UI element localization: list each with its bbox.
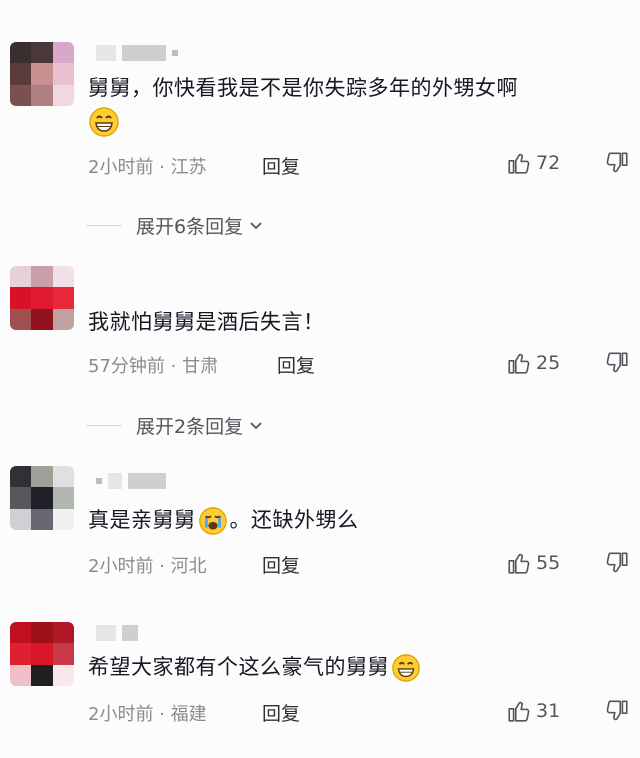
expand-replies[interactable]: 展开6条回复	[86, 212, 265, 239]
thumbs-up-icon	[508, 701, 530, 722]
comment-item: 我就怕舅舅是酒后失言！ 57分钟前 · 甘肃 回复 25 展开2条回复	[0, 250, 640, 450]
reply-button[interactable]: 回复	[262, 699, 300, 726]
meta-separator: ·	[164, 356, 183, 377]
like-button[interactable]: 25	[506, 350, 560, 376]
like-button[interactable]: 72	[506, 150, 560, 176]
comment-time: 57分钟前	[88, 356, 165, 377]
comment-location: 福建	[170, 704, 207, 725]
reply-button[interactable]: 回复	[262, 152, 300, 179]
comment-text-part: 真是亲舅舅	[88, 508, 196, 532]
grin-emoji	[88, 106, 120, 142]
like-count: 55	[536, 552, 561, 574]
avatar[interactable]	[10, 266, 74, 330]
expand-replies-label: 展开6条回复	[136, 216, 244, 238]
like-button[interactable]: 55	[506, 550, 560, 576]
avatar[interactable]	[10, 42, 74, 106]
username-redacted[interactable]	[96, 472, 166, 490]
like-count: 72	[536, 152, 561, 174]
meta-separator: ·	[153, 556, 171, 577]
comment-text-part: 希望大家都有个这么豪气的舅舅	[88, 655, 389, 679]
comment-text: 我就怕舅舅是酒后失言！	[88, 310, 325, 334]
divider	[86, 225, 122, 226]
comment-meta: 2小时前 · 江苏	[88, 153, 207, 179]
crying-emoji	[198, 507, 227, 535]
comment-time: 2小时前	[88, 556, 154, 577]
comment-location: 江苏	[170, 157, 207, 178]
dislike-button[interactable]	[604, 150, 630, 180]
expand-replies-label: 展开2条回复	[136, 416, 244, 438]
comment-text: 舅舅，你快看我是不是你失踪多年的外甥女啊	[88, 76, 518, 100]
comment-time: 2小时前	[88, 704, 154, 725]
comment-meta: 57分钟前 · 甘肃	[88, 352, 218, 378]
reply-button[interactable]: 回复	[277, 351, 315, 378]
meta-separator: ·	[153, 157, 171, 178]
thumbs-down-icon	[606, 352, 628, 373]
chevron-down-icon	[250, 221, 262, 229]
comment-meta: 2小时前 · 河北	[88, 552, 207, 578]
comment-text: 真是亲舅舅 。还缺外甥么	[88, 505, 359, 536]
comment-location: 河北	[170, 556, 207, 577]
chevron-down-icon	[250, 421, 262, 429]
thumbs-down-icon	[606, 700, 628, 721]
comment-item: 希望大家都有个这么豪气的舅舅 2小时前 · 福建 回复 31	[0, 600, 640, 758]
dislike-button[interactable]	[604, 350, 630, 380]
thumbs-up-icon	[508, 553, 530, 574]
comment-location: 甘肃	[182, 356, 219, 377]
thumbs-up-icon	[508, 153, 530, 174]
comment-item: 舅舅，你快看我是不是你失踪多年的外甥女啊 2小时前 · 江苏 回复 72 展开6…	[0, 0, 640, 250]
thumbs-up-icon	[508, 353, 530, 374]
dislike-button[interactable]	[604, 698, 630, 728]
thumbs-down-icon	[606, 152, 628, 173]
username-redacted[interactable]	[96, 44, 178, 62]
comment-text: 希望大家都有个这么豪气的舅舅	[88, 652, 421, 683]
like-count: 31	[536, 700, 561, 722]
grin-emoji	[392, 654, 420, 682]
thumbs-down-icon	[606, 552, 628, 573]
divider	[86, 425, 122, 426]
meta-separator: ·	[153, 704, 171, 725]
expand-replies[interactable]: 展开2条回复	[86, 412, 265, 439]
username-redacted[interactable]	[96, 624, 138, 642]
avatar[interactable]	[10, 622, 74, 686]
dislike-button[interactable]	[604, 550, 630, 580]
like-button[interactable]: 31	[506, 698, 560, 724]
comment-meta: 2小时前 · 福建	[88, 700, 207, 726]
comment-item: 真是亲舅舅 。还缺外甥么 2小时前 · 河北 回复 55	[0, 450, 640, 600]
comment-text-part: 。还缺外甥么	[229, 508, 359, 532]
reply-button[interactable]: 回复	[262, 551, 300, 578]
comment-time: 2小时前	[88, 157, 154, 178]
like-count: 25	[536, 352, 561, 374]
avatar[interactable]	[10, 466, 74, 530]
